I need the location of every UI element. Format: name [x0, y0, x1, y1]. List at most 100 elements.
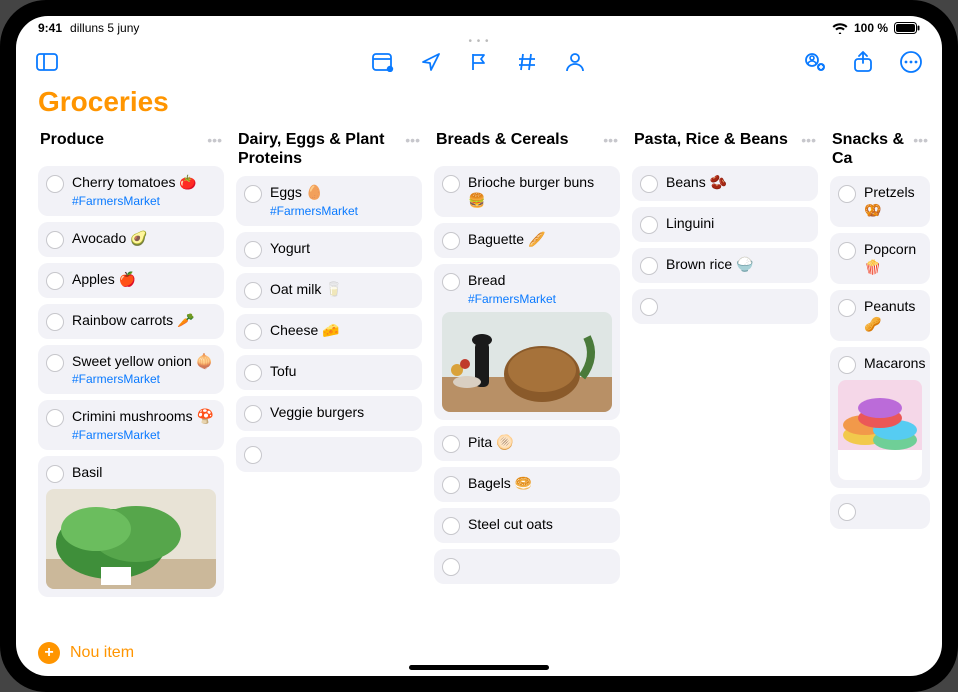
reminder-item[interactable]: Steel cut oats: [434, 508, 620, 543]
empty-item[interactable]: [632, 289, 818, 324]
item-text: Cheese 🧀: [270, 322, 340, 340]
complete-toggle[interactable]: [442, 476, 460, 494]
reminder-item[interactable]: Baguette 🥖: [434, 223, 620, 258]
column-title[interactable]: Snacks & Ca: [832, 130, 913, 168]
column-more-icon[interactable]: •••: [405, 130, 420, 148]
item-tag[interactable]: #FarmersMarket: [72, 194, 197, 208]
share-icon[interactable]: [852, 51, 874, 73]
reminder-item[interactable]: Pretzels 🥨: [830, 176, 930, 227]
multitask-dots[interactable]: • • •: [468, 36, 489, 47]
item-text: Brioche burger buns 🍔: [468, 174, 610, 209]
calendar-icon[interactable]: [372, 51, 394, 73]
complete-toggle[interactable]: [640, 257, 658, 275]
complete-toggle[interactable]: [838, 185, 856, 203]
reminder-item[interactable]: Eggs 🥚 #FarmersMarket: [236, 176, 422, 226]
complete-toggle[interactable]: [244, 446, 262, 464]
complete-toggle[interactable]: [442, 273, 460, 291]
reminder-item[interactable]: Avocado 🥑: [38, 222, 224, 257]
complete-toggle[interactable]: [442, 232, 460, 250]
reminder-item[interactable]: Brown rice 🍚: [632, 248, 818, 283]
reminder-item[interactable]: Apples 🍎: [38, 263, 224, 298]
item-text: Popcorn 🍿: [864, 241, 920, 276]
column-title[interactable]: Breads & Cereals: [436, 130, 569, 149]
flag-icon[interactable]: [468, 51, 490, 73]
empty-item[interactable]: [434, 549, 620, 584]
reminder-item[interactable]: Linguini: [632, 207, 818, 242]
column-title[interactable]: Pasta, Rice & Beans: [634, 130, 788, 149]
item-image[interactable]: [46, 489, 216, 589]
reminder-item[interactable]: Bagels 🥯: [434, 467, 620, 502]
item-tag[interactable]: #FarmersMarket: [468, 292, 556, 306]
item-tag[interactable]: #FarmersMarket: [72, 372, 213, 386]
add-item-icon[interactable]: +: [38, 642, 60, 664]
complete-toggle[interactable]: [838, 356, 856, 374]
item-image[interactable]: [442, 312, 612, 412]
column-more-icon[interactable]: •••: [913, 130, 928, 148]
complete-toggle[interactable]: [46, 409, 64, 427]
reminder-item[interactable]: Brioche burger buns 🍔: [434, 166, 620, 217]
collaborate-icon[interactable]: [804, 51, 826, 73]
item-image[interactable]: [838, 380, 922, 480]
reminder-item[interactable]: Macarons: [830, 347, 930, 488]
complete-toggle[interactable]: [244, 241, 262, 259]
complete-toggle[interactable]: [838, 503, 856, 521]
complete-toggle[interactable]: [46, 465, 64, 483]
complete-toggle[interactable]: [640, 175, 658, 193]
complete-toggle[interactable]: [838, 299, 856, 317]
more-icon[interactable]: [900, 51, 922, 73]
person-icon[interactable]: [564, 51, 586, 73]
column: Breads & Cereals ••• Brioche burger buns 🍔…: [434, 126, 620, 628]
complete-toggle[interactable]: [46, 354, 64, 372]
home-indicator[interactable]: [409, 665, 549, 670]
reminder-item[interactable]: Yogurt: [236, 232, 422, 267]
reminder-item[interactable]: Cherry tomatoes 🍅#FarmersMarket: [38, 166, 224, 216]
reminder-item[interactable]: Cheese 🧀: [236, 314, 422, 349]
column-more-icon[interactable]: •••: [801, 130, 816, 148]
complete-toggle[interactable]: [244, 185, 262, 203]
column-more-icon[interactable]: •••: [603, 130, 618, 148]
board[interactable]: Produce ••• Cherry tomatoes 🍅#FarmersMarke…: [16, 126, 942, 628]
complete-toggle[interactable]: [46, 272, 64, 290]
complete-toggle[interactable]: [442, 435, 460, 453]
item-text: Tofu: [270, 363, 296, 381]
reminder-item[interactable]: Veggie burgers: [236, 396, 422, 431]
item-tag[interactable]: #FarmersMarket: [270, 204, 358, 218]
complete-toggle[interactable]: [244, 323, 262, 341]
reminder-item[interactable]: Sweet yellow onion 🧅#FarmersMarket: [38, 345, 224, 395]
complete-toggle[interactable]: [640, 216, 658, 234]
complete-toggle[interactable]: [244, 405, 262, 423]
complete-toggle[interactable]: [838, 242, 856, 260]
empty-item[interactable]: [830, 494, 930, 529]
reminder-item[interactable]: Popcorn 🍿: [830, 233, 930, 284]
reminder-item[interactable]: Bread #FarmersMarket: [434, 264, 620, 420]
add-item-button[interactable]: Nou item: [70, 644, 134, 662]
reminder-item[interactable]: Rainbow carrots 🥕: [38, 304, 224, 339]
status-date: dilluns 5 juny: [70, 21, 139, 35]
complete-toggle[interactable]: [244, 282, 262, 300]
column-more-icon[interactable]: •••: [207, 130, 222, 148]
reminder-item[interactable]: Pita 🫓: [434, 426, 620, 461]
item-text: Bread: [468, 272, 556, 290]
item-text: Eggs 🥚: [270, 184, 358, 202]
complete-toggle[interactable]: [442, 517, 460, 535]
hashtag-icon[interactable]: [516, 51, 538, 73]
column-title[interactable]: Produce: [40, 130, 104, 149]
complete-toggle[interactable]: [46, 313, 64, 331]
complete-toggle[interactable]: [442, 558, 460, 576]
complete-toggle[interactable]: [442, 175, 460, 193]
reminder-item[interactable]: Oat milk 🥛: [236, 273, 422, 308]
complete-toggle[interactable]: [640, 298, 658, 316]
reminder-item[interactable]: Basil: [38, 456, 224, 597]
reminder-item[interactable]: Beans 🫘: [632, 166, 818, 201]
reminder-item[interactable]: Tofu: [236, 355, 422, 390]
reminder-item[interactable]: Crimini mushrooms 🍄#FarmersMarket: [38, 400, 224, 450]
location-icon[interactable]: [420, 51, 442, 73]
complete-toggle[interactable]: [46, 231, 64, 249]
complete-toggle[interactable]: [244, 364, 262, 382]
reminder-item[interactable]: Peanuts 🥜: [830, 290, 930, 341]
column-title[interactable]: Dairy, Eggs & Plant Proteins: [238, 130, 405, 168]
sidebar-toggle-icon[interactable]: [36, 51, 58, 73]
empty-item[interactable]: [236, 437, 422, 472]
item-tag[interactable]: #FarmersMarket: [72, 428, 214, 442]
complete-toggle[interactable]: [46, 175, 64, 193]
